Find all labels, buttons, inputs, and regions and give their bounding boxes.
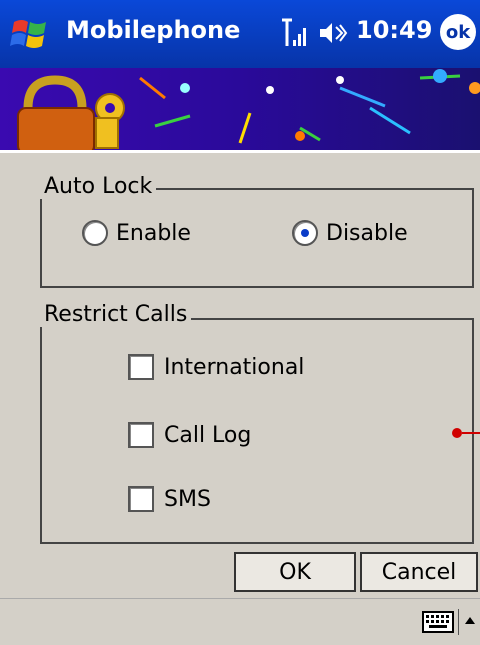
ok-button[interactable]: OK bbox=[234, 552, 356, 592]
volume-icon[interactable] bbox=[318, 18, 348, 48]
ok-icon[interactable]: ok bbox=[440, 14, 476, 50]
checkbox-international-box[interactable] bbox=[128, 354, 154, 380]
menu-bar bbox=[0, 598, 480, 645]
app-title: Mobilephone bbox=[66, 16, 241, 44]
checkbox-call-log-box[interactable] bbox=[128, 422, 154, 448]
radio-enable[interactable]: Enable bbox=[82, 220, 191, 246]
radio-disable-circle[interactable] bbox=[292, 220, 318, 246]
lock-keys-banner-graphic bbox=[17, 69, 480, 150]
annotation-line bbox=[462, 432, 480, 434]
restrict-calls-group bbox=[40, 318, 474, 544]
clock[interactable]: 10:49 bbox=[356, 16, 432, 44]
signal-icon[interactable] bbox=[280, 16, 310, 50]
title-bar: Mobilephone 10:49 ok bbox=[0, 0, 480, 68]
windows-start-icon[interactable] bbox=[8, 14, 52, 54]
radio-enable-circle[interactable] bbox=[82, 220, 108, 246]
menu-separator bbox=[458, 609, 459, 635]
cancel-button[interactable]: Cancel bbox=[360, 552, 478, 592]
banner-image bbox=[0, 68, 480, 150]
banner-divider bbox=[0, 150, 480, 153]
checkbox-call-log[interactable]: Call Log bbox=[128, 422, 251, 448]
radio-disable-label: Disable bbox=[326, 220, 408, 246]
ok-icon-label: ok bbox=[445, 21, 471, 43]
checkbox-international[interactable]: International bbox=[128, 354, 304, 380]
checkbox-sms[interactable]: SMS bbox=[128, 486, 211, 512]
chevron-up-icon[interactable] bbox=[464, 615, 476, 625]
keyboard-icon[interactable] bbox=[422, 611, 454, 633]
auto-lock-legend: Auto Lock bbox=[40, 174, 157, 199]
restrict-calls-legend: Restrict Calls bbox=[40, 302, 192, 327]
checkbox-international-label: International bbox=[164, 354, 305, 380]
checkbox-sms-box[interactable] bbox=[128, 486, 154, 512]
annotation-dot bbox=[452, 428, 462, 438]
checkbox-call-log-label: Call Log bbox=[164, 422, 252, 448]
radio-enable-label: Enable bbox=[116, 220, 191, 246]
radio-disable[interactable]: Disable bbox=[292, 220, 408, 246]
checkbox-sms-label: SMS bbox=[164, 486, 211, 512]
